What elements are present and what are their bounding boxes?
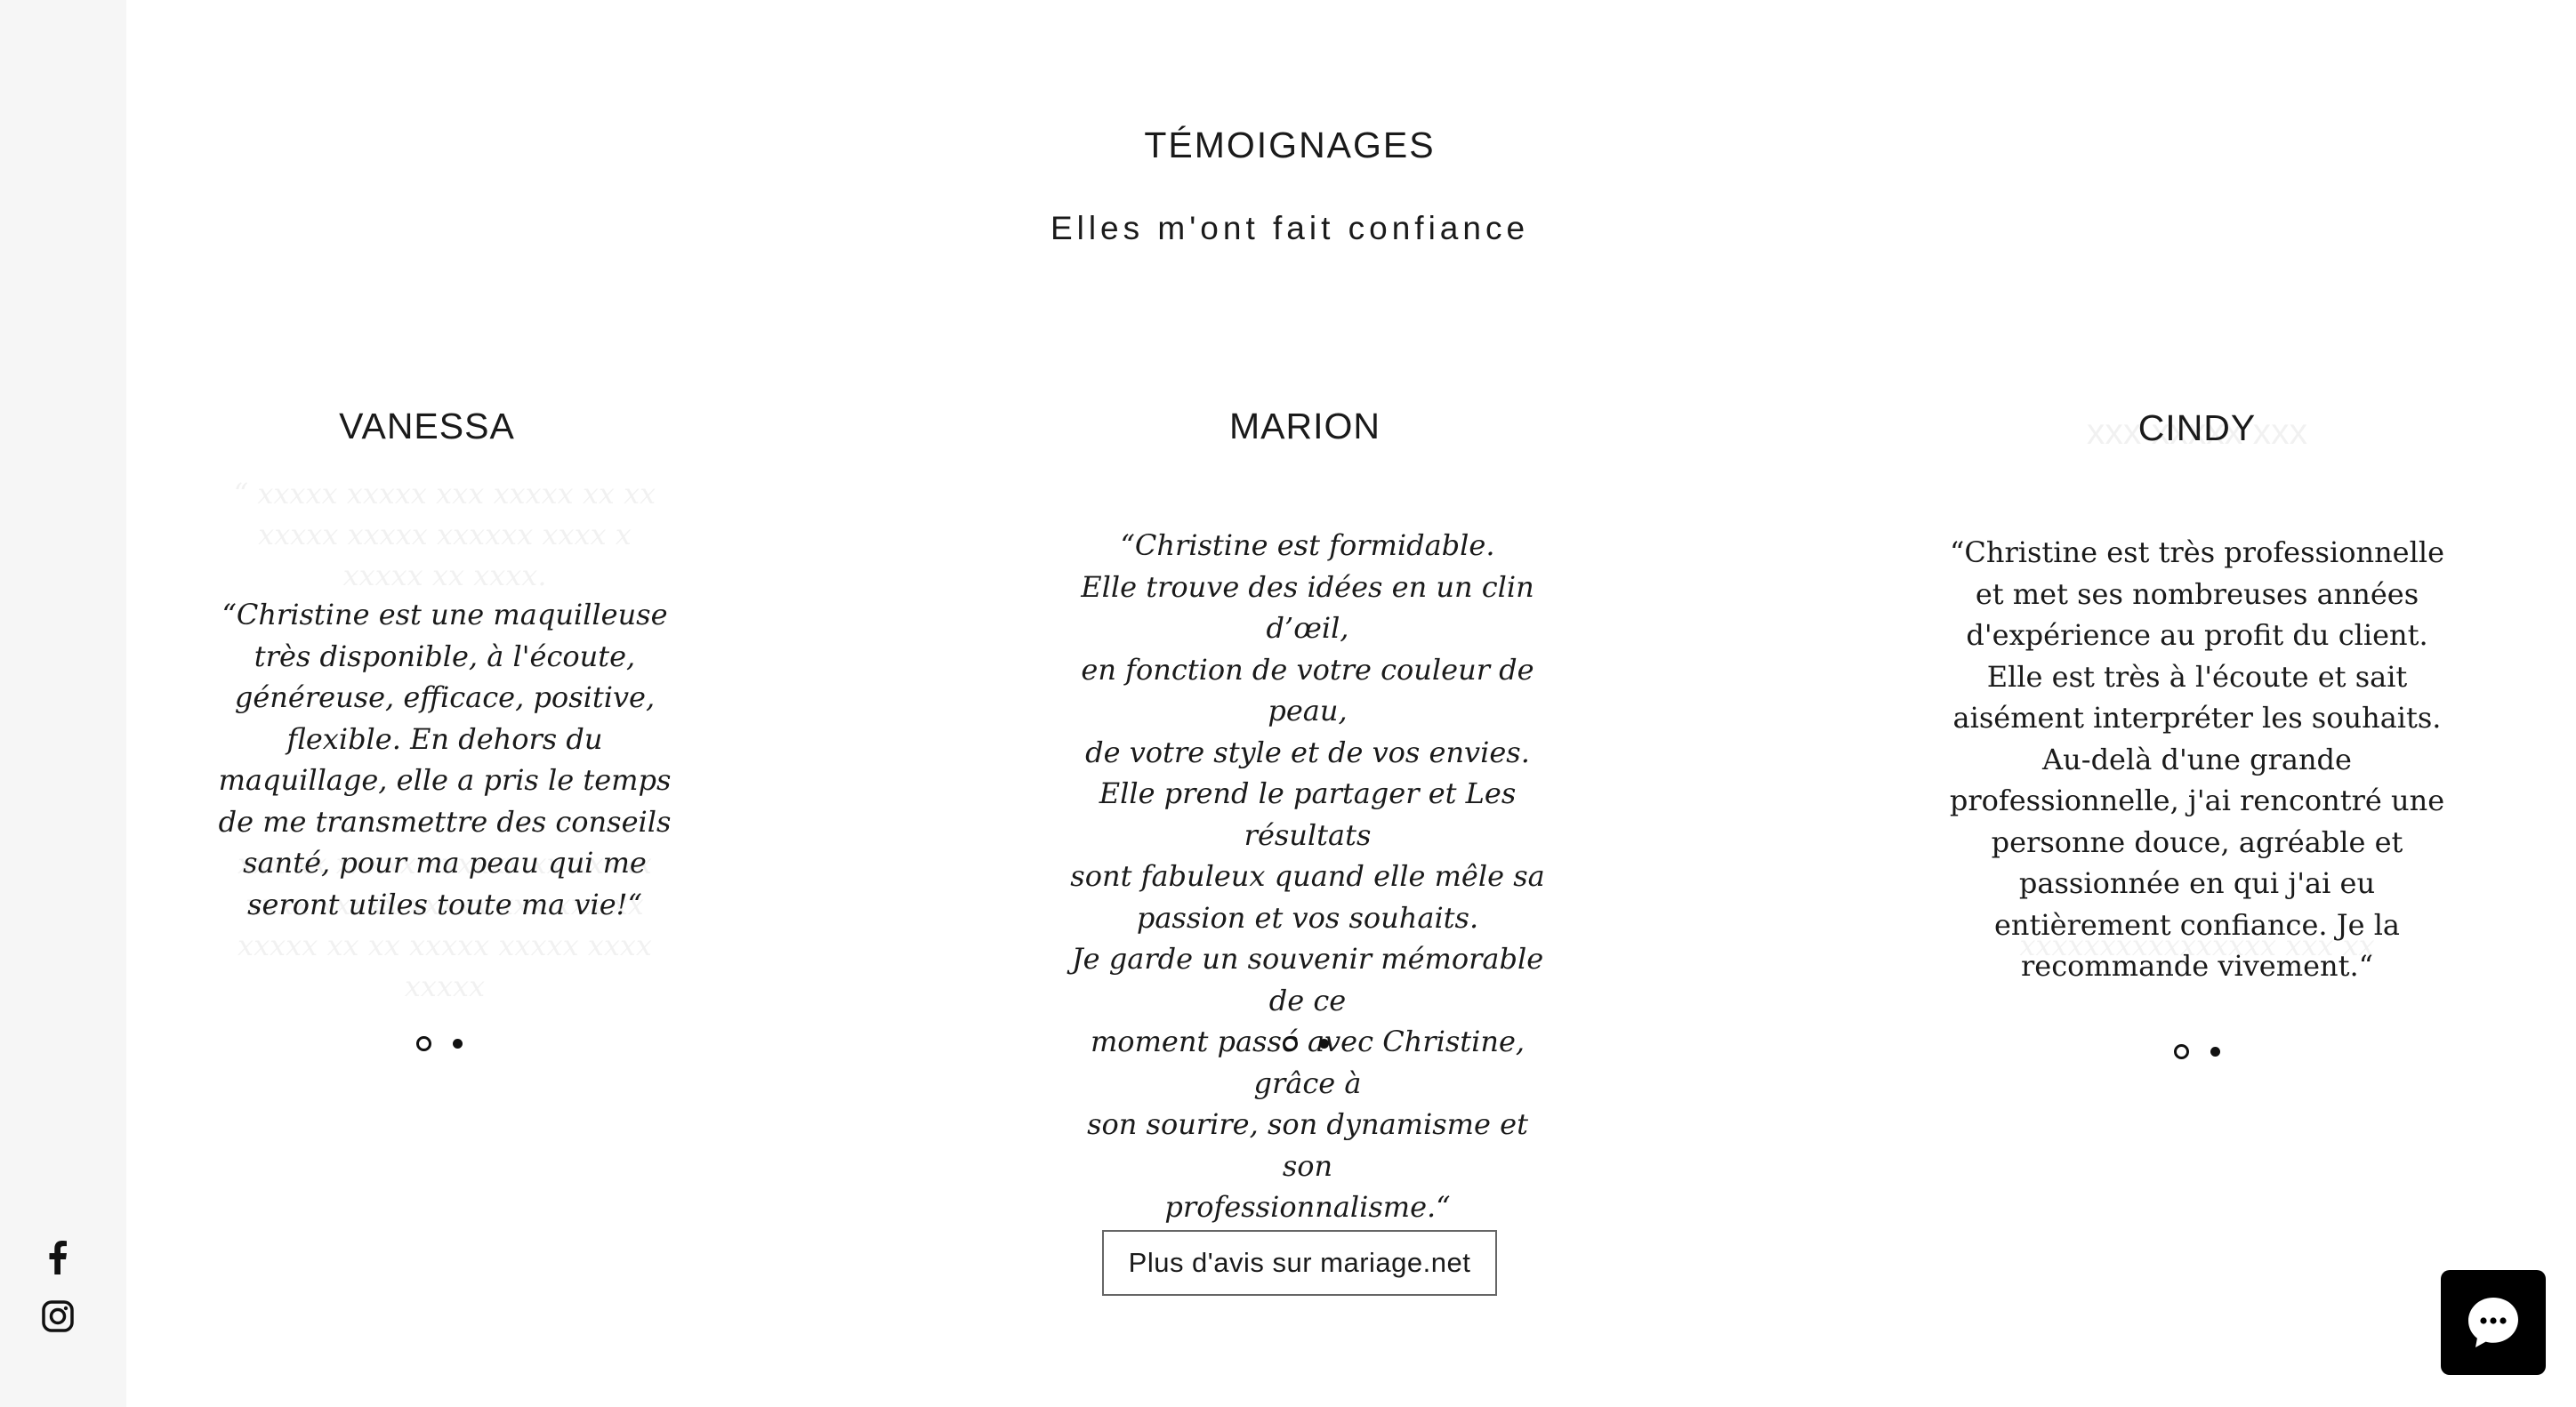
quote-line: en fonction de votre couleur de peau, bbox=[1081, 652, 1534, 728]
carousel-dots bbox=[1057, 1036, 1555, 1051]
section-subtitle: Elles m'ont fait confiance bbox=[1050, 210, 1530, 246]
testimonial-quote: “Christine est formidable. Elle trouve d… bbox=[1059, 525, 1557, 1228]
quote-line: Elle trouve des idées en un clin d’œil, bbox=[1081, 569, 1534, 646]
carousel-dots bbox=[199, 1036, 680, 1051]
testimonial-name: CINDY bbox=[2137, 407, 2257, 448]
quote-line: moment passé avec Christine, grâce à bbox=[1090, 1025, 1525, 1100]
testimonial-name: MARION bbox=[1229, 406, 1381, 446]
quote-line: Elle prend le partager et Les résultats bbox=[1099, 776, 1517, 852]
chat-bubble-icon bbox=[2468, 1298, 2518, 1347]
testimonial-ghost-text: xxxxxxxxxxxxxxxx xxx xx bbox=[2019, 929, 2375, 962]
carousel-dot[interactable] bbox=[1319, 1039, 1329, 1049]
carousel-dot[interactable] bbox=[416, 1036, 431, 1051]
section-title: TÉMOIGNAGES bbox=[1144, 125, 1436, 165]
more-reviews-button[interactable]: Plus d'avis sur mariage.net bbox=[1102, 1230, 1497, 1296]
quote-line: son sourire, son dynamisme et son bbox=[1087, 1107, 1528, 1183]
quote-line: “Christine est formidable. bbox=[1120, 528, 1495, 562]
carousel-dot[interactable] bbox=[1283, 1036, 1298, 1051]
facebook-icon[interactable] bbox=[40, 1240, 76, 1275]
quote-line: professionnalisme.“ bbox=[1164, 1190, 1451, 1224]
instagram-icon[interactable] bbox=[40, 1298, 76, 1334]
carousel-dot[interactable] bbox=[2174, 1044, 2189, 1059]
carousel-dot[interactable] bbox=[2210, 1047, 2220, 1057]
carousel-dot[interactable] bbox=[453, 1039, 463, 1049]
carousel-dots bbox=[1948, 1044, 2446, 1059]
quote-line: de votre style et de vos envies. bbox=[1085, 735, 1530, 769]
chat-button[interactable] bbox=[2441, 1270, 2546, 1375]
quote-line: Je garde un souvenir mémorable de ce bbox=[1071, 942, 1544, 1017]
quote-line: sont fabuleux quand elle mêle sa bbox=[1070, 859, 1545, 893]
sidebar bbox=[0, 0, 126, 1407]
testimonial-name: VANESSA bbox=[339, 406, 515, 446]
quote-line: passion et vos souhaits. bbox=[1136, 900, 1479, 935]
testimonial-ghost-text: xxx xx xxxxx xxxxxx xx xxxxx xxxx xxxxx x… bbox=[237, 847, 652, 1003]
testimonial-quote: “Christine est très professionnelle et m… bbox=[1949, 535, 2445, 983]
testimonial-ghost-text: “ xxxxx xxxxx xxx xxxxx xx xx xxxxx xxxxx… bbox=[233, 477, 656, 592]
